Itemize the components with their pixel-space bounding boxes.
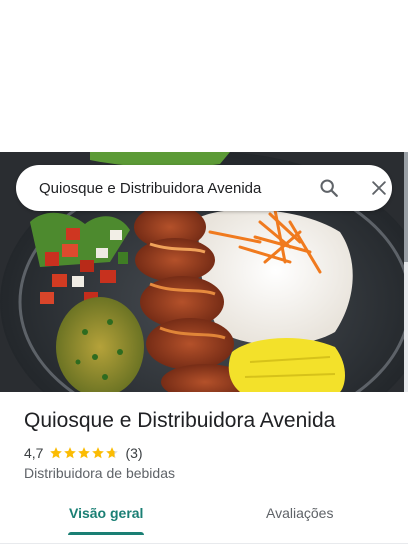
rating-value: 4,7	[24, 445, 44, 461]
star-icon	[50, 447, 63, 459]
star-icon	[92, 447, 105, 459]
tab-overview[interactable]: Visão geral	[69, 505, 143, 521]
search-icon[interactable]	[318, 177, 340, 199]
close-icon[interactable]	[369, 178, 389, 198]
map-blank-area	[0, 0, 408, 152]
place-category[interactable]: Distribuidora de bebidas	[24, 465, 175, 481]
star-icon	[78, 447, 91, 459]
rating-row[interactable]: 4,7 (3)	[24, 444, 143, 462]
search-input[interactable]	[39, 177, 289, 199]
place-tabs: Visão geral Avaliações	[0, 496, 408, 544]
rating-stars	[49, 446, 119, 460]
tab-selected-indicator	[68, 532, 144, 535]
place-title: Quiosque e Distribuidora Avenida	[24, 409, 336, 432]
page-scrollbar-thumb[interactable]	[404, 152, 408, 262]
search-box[interactable]	[16, 165, 392, 211]
star-icon	[106, 447, 119, 459]
star-icon	[64, 447, 77, 459]
tab-reviews[interactable]: Avaliações	[266, 505, 333, 521]
review-count[interactable]: (3)	[125, 445, 142, 461]
